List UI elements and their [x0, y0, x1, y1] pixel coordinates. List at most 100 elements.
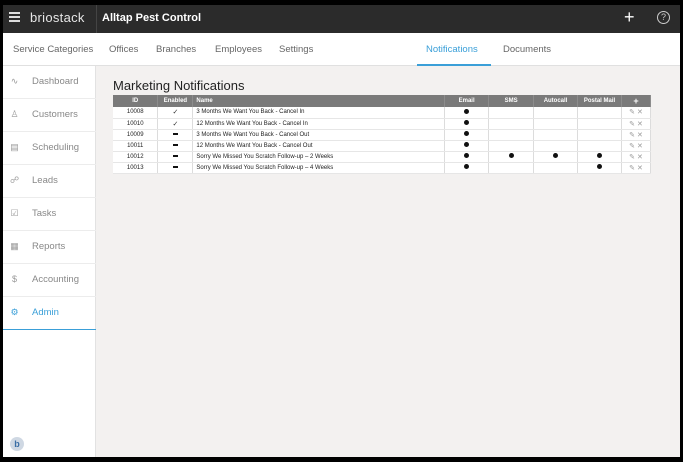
cell-postal	[577, 107, 622, 119]
table-body: 10008 ✓ 3 Months We Want You Back - Cancel…	[113, 107, 652, 174]
edit-icon[interactable]: ✎	[629, 109, 635, 116]
cell-sms	[488, 118, 535, 130]
cell-id: 10008	[113, 107, 159, 119]
cell-email	[444, 118, 490, 130]
cell-postal	[577, 140, 622, 152]
edit-icon[interactable]: ✎	[629, 121, 635, 128]
table-row[interactable]: 10009 3 Months We Want You Back - Cancel …	[113, 129, 652, 141]
company-name[interactable]: Alltap Pest Control	[102, 12, 201, 24]
sidebar: ∿ Dashboard ♙ Customers ▤ Scheduling ☍ L…	[3, 66, 96, 457]
app-window: briostack Alltap Pest Control + ? Servic…	[3, 5, 680, 457]
column-header-postal-mail[interactable]: Postal Mail	[577, 95, 622, 107]
dollar-icon: $	[11, 274, 17, 284]
people-icon: ☍	[9, 175, 20, 185]
table-row[interactable]: 10010 ✓ 12 Months We Want You Back - Cance…	[113, 118, 652, 130]
cell-id: 10009	[113, 129, 159, 141]
cell-actions: ✎ ✕	[621, 151, 652, 163]
sidebar-item-dashboard[interactable]: ∿ Dashboard	[3, 66, 96, 99]
table-row[interactable]: 10008 ✓ 3 Months We Want You Back - Cancel…	[113, 107, 652, 119]
sidebar-item-label: Dashboard	[32, 76, 79, 87]
tab-service-categories[interactable]: Service Categories	[13, 44, 93, 55]
channel-enabled-dot-icon	[464, 120, 470, 126]
cell-name: 3 Months We Want You Back - Cancel Out	[192, 129, 446, 141]
channel-enabled-dot-icon	[464, 109, 470, 115]
channel-enabled-dot-icon	[464, 164, 470, 170]
delete-icon[interactable]: ✕	[637, 154, 643, 161]
report-icon: ▦	[10, 241, 19, 251]
tab-offices[interactable]: Offices	[109, 44, 138, 55]
channel-enabled-dot-icon	[596, 153, 602, 159]
sidebar-item-tasks[interactable]: ☑ Tasks	[3, 198, 96, 231]
cell-postal	[577, 129, 622, 141]
cell-id: 10013	[113, 162, 159, 174]
table-header-row: ID Enabled Name Email SMS Autocall Posta…	[113, 95, 652, 107]
help-icon[interactable]: ?	[657, 11, 670, 24]
avatar[interactable]: b	[10, 437, 24, 451]
edit-icon[interactable]: ✎	[629, 132, 635, 139]
cell-email	[444, 140, 490, 152]
cell-actions: ✎ ✕	[621, 118, 652, 130]
top-bar: briostack Alltap Pest Control + ?	[3, 5, 680, 33]
cell-autocall	[533, 140, 579, 152]
column-header-name[interactable]: Name	[192, 95, 446, 107]
delete-icon[interactable]: ✕	[637, 143, 643, 150]
checkbox-icon: ☑	[10, 208, 19, 218]
cell-autocall	[533, 162, 579, 174]
table-row[interactable]: 10011 12 Months We Want You Back - Cancel…	[113, 140, 652, 152]
hamburger-menu-icon[interactable]	[9, 12, 20, 22]
delete-icon[interactable]: ✕	[637, 165, 643, 172]
sidebar-item-admin[interactable]: ⚙ Admin	[3, 297, 96, 330]
sidebar-item-customers[interactable]: ♙ Customers	[3, 99, 96, 132]
table-row[interactable]: 10013 Sorry We Missed You Scratch Follow-…	[113, 162, 652, 174]
delete-icon[interactable]: ✕	[637, 109, 643, 116]
channel-enabled-dot-icon	[464, 131, 470, 137]
edit-icon[interactable]: ✎	[629, 154, 635, 161]
add-notification-button[interactable]: +	[621, 95, 652, 107]
cell-sms	[488, 151, 535, 163]
sidebar-item-accounting[interactable]: $ Accounting	[3, 264, 96, 297]
tab-settings[interactable]: Settings	[279, 44, 313, 55]
dashboard-icon: ∿	[10, 76, 19, 86]
tab-documents[interactable]: Documents	[503, 44, 551, 55]
person-icon: ♙	[10, 109, 19, 119]
column-header-sms[interactable]: SMS	[488, 95, 535, 107]
sidebar-item-reports[interactable]: ▦ Reports	[3, 231, 96, 264]
tab-employees[interactable]: Employees	[215, 44, 262, 55]
column-header-id[interactable]: ID	[113, 95, 159, 107]
cell-sms	[488, 107, 535, 119]
sidebar-item-label: Scheduling	[32, 142, 80, 153]
dash-icon	[172, 132, 178, 135]
cell-id: 10010	[113, 118, 159, 130]
cell-id: 10011	[113, 140, 159, 152]
cell-email	[444, 107, 490, 119]
sidebar-item-label: Leads	[32, 175, 58, 186]
admin-tabs: Service Categories Offices Branches Empl…	[3, 33, 680, 66]
cell-id: 10012	[113, 151, 159, 163]
cell-enabled: ✓	[157, 118, 194, 130]
brand-logo[interactable]: briostack	[30, 10, 85, 25]
table-row[interactable]: 10012 Sorry We Missed You Scratch Follow-…	[113, 151, 652, 163]
cell-enabled	[157, 140, 194, 152]
edit-icon[interactable]: ✎	[629, 143, 635, 150]
delete-icon[interactable]: ✕	[637, 132, 643, 139]
add-new-button[interactable]: +	[624, 7, 635, 27]
checkmark-icon: ✓	[172, 120, 179, 128]
cell-sms	[488, 129, 535, 141]
cell-actions: ✎ ✕	[621, 107, 652, 119]
delete-icon[interactable]: ✕	[637, 121, 643, 128]
cell-enabled	[157, 129, 194, 141]
column-header-email[interactable]: Email	[444, 95, 490, 107]
edit-icon[interactable]: ✎	[629, 165, 635, 172]
sidebar-item-leads[interactable]: ☍ Leads	[3, 165, 96, 198]
cell-autocall	[533, 151, 579, 163]
calendar-icon: ▤	[10, 142, 19, 152]
column-header-autocall[interactable]: Autocall	[533, 95, 579, 107]
cell-actions: ✎ ✕	[621, 162, 652, 174]
cell-email	[444, 129, 490, 141]
tab-branches[interactable]: Branches	[156, 44, 196, 55]
cell-sms	[488, 140, 535, 152]
tab-notifications[interactable]: Notifications	[426, 44, 478, 55]
cell-enabled	[157, 162, 194, 174]
column-header-enabled[interactable]: Enabled	[157, 95, 194, 107]
sidebar-item-scheduling[interactable]: ▤ Scheduling	[3, 132, 96, 165]
